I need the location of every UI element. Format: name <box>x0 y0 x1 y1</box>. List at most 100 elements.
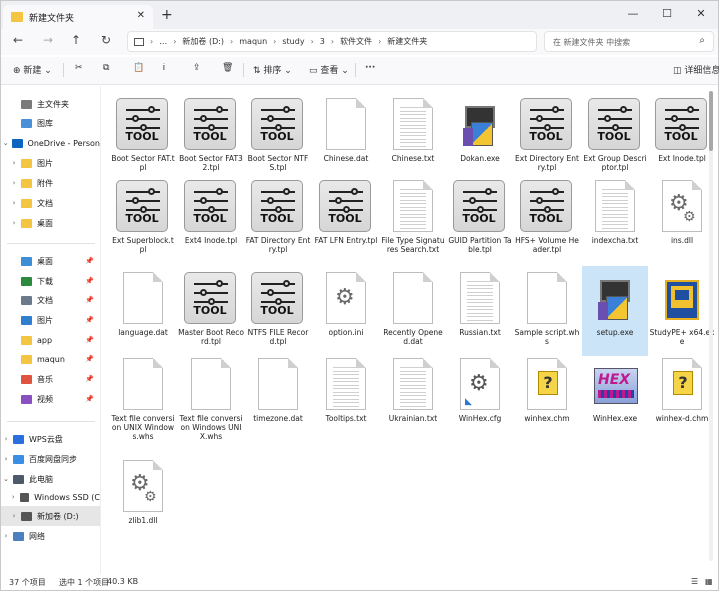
sidebar-item[interactable]: 图片 📌 <box>1 310 100 330</box>
sidebar-item[interactable]: › 桌面 <box>1 213 100 233</box>
back-button[interactable]: ← <box>9 33 27 47</box>
file-item[interactable]: indexcha.txt <box>582 174 648 264</box>
file-item[interactable]: File Type Signatures Search.txt <box>380 174 446 264</box>
minimize-button[interactable]: — <box>616 1 650 29</box>
file-item[interactable]: Text file conversion Windows UNIX.whs <box>178 352 244 452</box>
file-item[interactable]: StudyPE+ x64.exe <box>649 266 715 356</box>
sidebar-item[interactable]: 图库 <box>1 113 100 133</box>
refresh-button[interactable]: ↻ <box>97 33 115 47</box>
chevron-icon[interactable]: › <box>9 493 18 501</box>
view-button[interactable]: ▭ 查看 ⌄ <box>309 63 349 76</box>
chevron-icon[interactable]: ⌄ <box>1 475 11 483</box>
file-item[interactable]: TOOL Boot Sector FAT.tpl <box>110 92 176 176</box>
file-item[interactable]: TOOL GUID Partition Table.tpl <box>447 174 513 264</box>
sort-button[interactable]: ⇅ 排序 ⌄ <box>253 63 292 76</box>
file-item[interactable]: Chinese.txt <box>380 92 446 176</box>
sidebar-item[interactable]: 音乐 📌 <box>1 369 100 389</box>
delete-icon[interactable]: 🗑 <box>222 63 233 73</box>
details-view-icon[interactable]: ☰ <box>691 577 698 586</box>
file-item[interactable]: TOOL Ext Superblock.tpl <box>110 174 176 264</box>
chevron-icon[interactable]: › <box>9 159 19 167</box>
chevron-icon[interactable]: › <box>1 532 11 540</box>
file-item[interactable]: TOOL FAT Directory Entry.tpl <box>245 174 311 264</box>
breadcrumb-separator[interactable]: › <box>331 37 334 46</box>
sidebar-item[interactable]: › WPS云盘 <box>1 429 100 449</box>
file-item[interactable]: Dokan.exe <box>447 92 513 176</box>
file-item[interactable]: TOOL NTFS FILE Record.tpl <box>245 266 311 356</box>
chevron-icon[interactable]: › <box>9 219 19 227</box>
sidebar-item[interactable]: › 百度网盘同步 <box>1 449 100 469</box>
sidebar-item[interactable]: › 文档 <box>1 193 100 213</box>
file-item[interactable]: TOOL Master Boot Record.tpl <box>178 266 244 356</box>
up-button[interactable]: ↑ <box>67 33 85 47</box>
sidebar-item[interactable]: › 附件 <box>1 173 100 193</box>
rename-icon[interactable]: Ꭵ <box>163 63 165 73</box>
breadcrumb-separator[interactable]: › <box>311 37 314 46</box>
sidebar-item[interactable]: › 图片 <box>1 153 100 173</box>
sidebar-item[interactable]: 下载 📌 <box>1 271 100 291</box>
chevron-icon[interactable]: › <box>9 179 19 187</box>
file-item[interactable]: timezone.dat <box>245 352 311 452</box>
chevron-icon[interactable]: › <box>9 199 19 207</box>
file-item[interactable]: Ukrainian.txt <box>380 352 446 452</box>
address-expand-chevron[interactable]: › <box>150 37 153 46</box>
file-item[interactable]: Russian.txt <box>447 266 513 356</box>
paste-icon[interactable]: 📋 <box>133 63 144 73</box>
file-item[interactable]: TOOL HFS+ Volume Header.tpl <box>514 174 580 264</box>
chevron-icon[interactable]: ⌄ <box>1 139 10 147</box>
file-item[interactable]: Tooltips.txt <box>313 352 379 452</box>
file-item[interactable]: TOOL Ext4 Inode.tpl <box>178 174 244 264</box>
copy-icon[interactable]: ⧉ <box>103 63 109 73</box>
file-item[interactable]: TOOL Ext Inode.tpl <box>649 92 715 176</box>
sidebar-item[interactable]: ⌄ OneDrive - Person <box>1 133 100 153</box>
close-window-button[interactable]: ✕ <box>684 1 718 29</box>
sidebar-item[interactable]: › 新加卷 (D:) <box>1 506 100 526</box>
sidebar-item[interactable]: 桌面 📌 <box>1 251 100 271</box>
more-options-button[interactable]: ··· <box>365 63 375 73</box>
file-item[interactable]: ⚙ ⚙ ins.dll <box>649 174 715 264</box>
breadcrumb-separator[interactable]: › <box>173 37 176 46</box>
sidebar-item[interactable]: 文档 📌 <box>1 290 100 310</box>
forward-button[interactable]: → <box>39 33 57 47</box>
close-tab-icon[interactable]: ✕ <box>137 10 145 21</box>
details-pane-button[interactable]: ◫ 详细信息 <box>673 63 719 76</box>
breadcrumb-item[interactable]: study <box>282 37 304 46</box>
breadcrumb-separator[interactable]: › <box>273 37 276 46</box>
sidebar-item[interactable]: maqun 📌 <box>1 349 100 369</box>
sidebar-item[interactable]: › 网络 <box>1 526 100 546</box>
file-item[interactable]: TOOL Ext Group Descriptor.tpl <box>582 92 648 176</box>
sidebar-item[interactable]: 主文件夹 <box>1 94 100 114</box>
breadcrumb-more[interactable]: … <box>159 37 167 46</box>
file-item[interactable]: TOOL FAT LFN Entry.tpl <box>313 174 379 264</box>
file-item[interactable]: ⚙ ◣ WinHex.cfg <box>447 352 513 452</box>
file-item[interactable]: TOOL Ext Directory Entry.tpl <box>514 92 580 176</box>
breadcrumb-item[interactable]: 3 <box>320 37 325 46</box>
file-item[interactable]: TOOL Boot Sector NTFS.tpl <box>245 92 311 176</box>
share-icon[interactable]: ⇪ <box>193 63 201 73</box>
file-item[interactable]: ⚙ option.ini <box>313 266 379 356</box>
file-item[interactable]: ? winhex.chm <box>514 352 580 452</box>
sidebar-item[interactable]: ⌄ 此电脑 <box>1 469 100 489</box>
breadcrumb-separator[interactable]: › <box>230 37 233 46</box>
chevron-icon[interactable]: › <box>1 455 11 463</box>
sidebar-item[interactable]: › Windows SSD (C <box>1 487 100 507</box>
breadcrumb-item[interactable]: 软件文件 <box>340 37 372 46</box>
file-item[interactable]: Chinese.dat <box>313 92 379 176</box>
chevron-icon[interactable]: › <box>9 512 19 520</box>
maximize-button[interactable]: ☐ <box>650 1 684 29</box>
chevron-icon[interactable]: › <box>1 435 11 443</box>
scrollbar-thumb[interactable] <box>709 91 713 151</box>
file-item[interactable]: Recently Opened.dat <box>380 266 446 356</box>
large-icons-view-icon[interactable]: ▦ <box>705 577 713 586</box>
file-item[interactable]: ⚙ ⚙ zlib1.dll <box>110 454 176 538</box>
vertical-scrollbar[interactable] <box>709 91 713 561</box>
breadcrumb-item[interactable]: maqun <box>239 37 267 46</box>
file-item[interactable]: Text file conversion UNIX Windows.whs <box>110 352 176 452</box>
breadcrumb-separator[interactable]: › <box>378 37 381 46</box>
file-item[interactable]: language.dat <box>110 266 176 356</box>
breadcrumb-item[interactable]: 新建文件夹 <box>387 37 427 46</box>
tab-current-folder[interactable]: 新建文件夹 ✕ <box>3 5 153 29</box>
address-bar[interactable]: › … › 新加卷 (D:) › maqun › study › 3 › 软件文件 › 新建文件夹 <box>127 31 537 52</box>
sidebar-item[interactable]: 视频 📌 <box>1 389 100 409</box>
search-input[interactable]: 在 新建文件夹 中搜索 ⌕ <box>544 31 714 52</box>
